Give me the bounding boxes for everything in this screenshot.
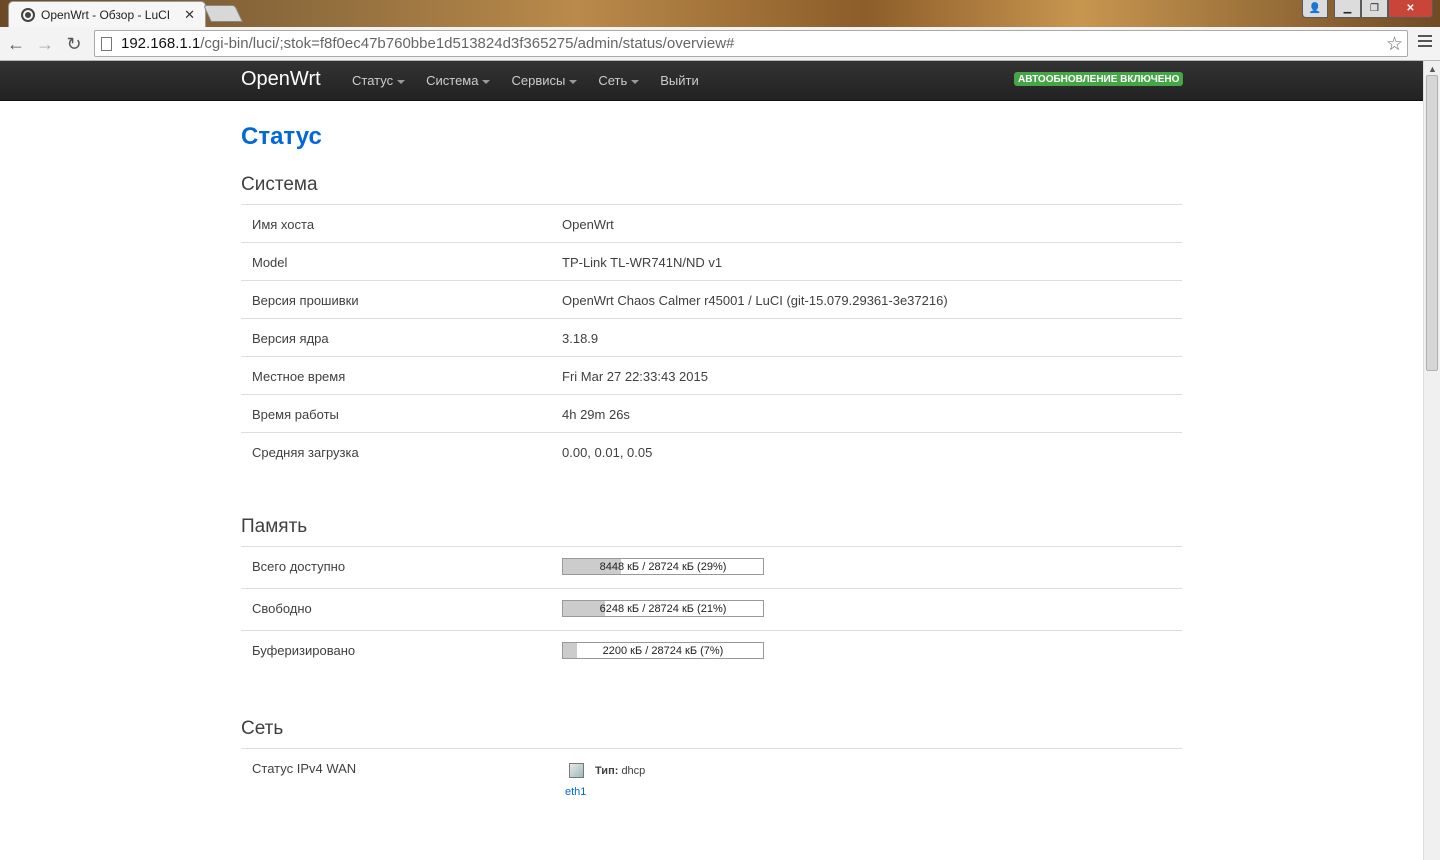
bookmark-star-icon[interactable]: ☆ (1386, 33, 1403, 56)
user-icon[interactable]: 👤 (1302, 0, 1328, 18)
row-label: Свободно (252, 601, 312, 616)
menu-item-logout[interactable]: Выйти (660, 73, 699, 88)
menu-item-system[interactable]: Система (426, 73, 491, 88)
row-value: 0.00, 0.01, 0.05 (562, 445, 653, 460)
memory-progress-bar: 2200 кБ / 28724 кБ (7%) (562, 642, 764, 659)
brand-logo[interactable]: OpenWrt (241, 68, 321, 91)
table-row: Всего доступно 8448 кБ / 28724 кБ (29%) (241, 547, 1182, 589)
close-window-button[interactable]: ✕ (1388, 0, 1433, 18)
section-title-memory: Память (241, 516, 308, 537)
table-row: Имя хоста OpenWrt (241, 205, 1182, 243)
memory-table: Всего доступно 8448 кБ / 28724 кБ (29%) … (241, 546, 1182, 673)
row-value: Fri Mar 27 22:33:43 2015 (562, 369, 708, 384)
menu-label: Сеть (598, 73, 628, 88)
autorefresh-badge[interactable]: АВТООБНОВЛЕНИЕ ВКЛЮЧЕНО (1014, 72, 1184, 86)
menu-item-status[interactable]: Статус (352, 73, 406, 88)
minimize-button[interactable]: ▁ (1334, 0, 1361, 18)
table-row: Свободно 6248 кБ / 28724 кБ (21%) (241, 589, 1182, 631)
caret-down-icon (397, 79, 406, 84)
wan-type-label: Тип: (595, 765, 619, 777)
row-label: Буферизировано (252, 643, 356, 658)
wan-type-value: dhcp (621, 765, 646, 777)
table-row: Статус IPv4 WAN Тип: dhcp eth1 (241, 749, 1182, 819)
url-path: /cgi-bin/luci/;stok=f8f0ec47b760bbe1d513… (200, 35, 735, 52)
wan-type: Тип: dhcp (595, 765, 645, 777)
menu-item-services[interactable]: Сервисы (511, 73, 578, 88)
menu-label: Сервисы (511, 73, 566, 88)
table-row: Буферизировано 2200 кБ / 28724 кБ (7%) (241, 631, 1182, 673)
reload-icon[interactable]: ↻ (62, 32, 86, 56)
address-bar[interactable]: 192.168.1.1 /cgi-bin/luci/;stok=f8f0ec47… (94, 30, 1408, 57)
row-value: TP-Link TL-WR741N/ND v1 (562, 255, 723, 270)
menu-label: Статус (352, 73, 394, 88)
row-label: Всего доступно (252, 559, 346, 574)
table-row: Местное время Fri Mar 27 22:33:43 2015 (241, 357, 1182, 395)
browser-toolbar: ← → ↻ 192.168.1.1 /cgi-bin/luci/;stok=f8… (0, 27, 1440, 61)
browser-tab[interactable]: OpenWrt - Обзор - LuCI ✕ (8, 1, 206, 28)
menu-label: Выйти (660, 73, 699, 88)
scroll-up-icon[interactable]: ▲ (1428, 64, 1437, 74)
window-titlebar: OpenWrt - Обзор - LuCI ✕ 👤 ▁ ❐ ✕ (0, 0, 1440, 28)
caret-down-icon (482, 79, 491, 84)
maximize-button[interactable]: ❐ (1361, 0, 1388, 18)
tab-title: OpenWrt - Обзор - LuCI (41, 8, 171, 22)
table-row: Model TP-Link TL-WR741N/ND v1 (241, 243, 1182, 281)
back-arrow-icon[interactable]: ← (4, 32, 28, 56)
progress-text: 6248 кБ / 28724 кБ (21%) (599, 603, 727, 615)
memory-progress-bar: 8448 кБ / 28724 кБ (29%) (562, 558, 764, 575)
row-label: Имя хоста (252, 217, 315, 232)
row-label: Model (252, 255, 288, 270)
section-title-network: Сеть (241, 718, 284, 739)
main-menu: Статус Система Сервисы Сеть Выйти (352, 73, 720, 88)
row-value: OpenWrt Chaos Calmer r45001 / LuCI (git-… (562, 293, 948, 308)
menu-item-network[interactable]: Сеть (598, 73, 640, 88)
forward-arrow-icon[interactable]: → (33, 32, 57, 56)
row-label: Версия прошивки (252, 293, 359, 308)
system-table: Имя хоста OpenWrt Model TP-Link TL-WR741N/… (241, 204, 1182, 471)
openwrt-favicon-icon (21, 8, 35, 22)
row-value: OpenWrt (562, 217, 614, 232)
browser-menu-icon[interactable] (1418, 35, 1432, 50)
table-row: Время работы 4h 29m 26s (241, 395, 1182, 433)
section-title-system: Система (241, 174, 318, 195)
wan-interface-link[interactable]: eth1 (565, 786, 586, 798)
page-title: Статус (241, 123, 322, 150)
table-row: Средняя загрузка 0.00, 0.01, 0.05 (241, 433, 1182, 471)
progress-text: 2200 кБ / 28724 кБ (7%) (602, 645, 724, 657)
caret-down-icon (569, 79, 578, 84)
row-label: Средняя загрузка (252, 445, 359, 460)
row-label: Статус IPv4 WAN (252, 761, 357, 776)
row-label: Время работы (252, 407, 339, 422)
memory-progress-bar: 6248 кБ / 28724 кБ (21%) (562, 600, 764, 617)
progress-text: 8448 кБ / 28724 кБ (29%) (599, 561, 727, 573)
page-icon (101, 36, 112, 51)
scroll-thumb[interactable] (1426, 75, 1438, 371)
network-table: Статус IPv4 WAN Тип: dhcp eth1 (241, 748, 1182, 819)
ethernet-port-icon (569, 763, 584, 778)
url-host: 192.168.1.1 (121, 35, 201, 52)
row-value: 3.18.9 (562, 331, 599, 346)
page-viewport: OpenWrt Статус Система Сервисы Сеть Выйт… (0, 61, 1423, 860)
table-row: Версия прошивки OpenWrt Chaos Calmer r450… (241, 281, 1182, 319)
table-row: Версия ядра 3.18.9 (241, 319, 1182, 357)
caret-down-icon (631, 79, 640, 84)
row-label: Местное время (252, 369, 346, 384)
menu-label: Система (426, 73, 479, 88)
luci-navbar: OpenWrt Статус Система Сервисы Сеть Выйт… (0, 61, 1423, 101)
new-tab-button[interactable] (203, 5, 243, 22)
tab-close-icon[interactable]: ✕ (184, 7, 195, 23)
page-scrollbar[interactable]: ▲ (1423, 61, 1440, 860)
row-label: Версия ядра (252, 331, 329, 346)
row-value: 4h 29m 26s (562, 407, 630, 422)
